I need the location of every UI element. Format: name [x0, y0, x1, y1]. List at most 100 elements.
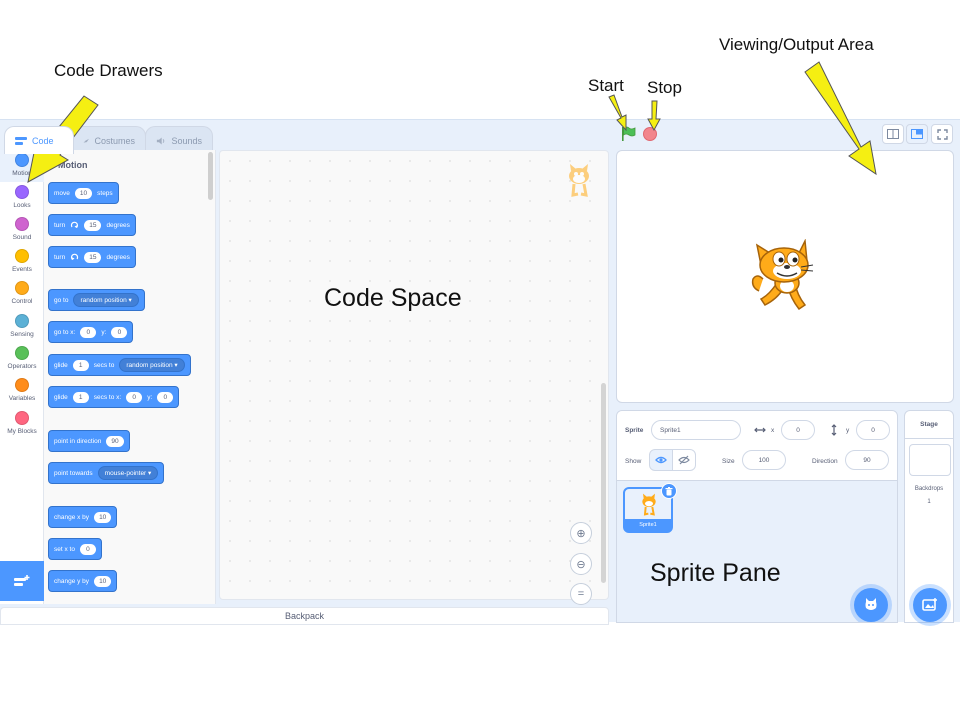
- block-dropdown[interactable]: random position ▾: [73, 293, 139, 307]
- block-dropdown-value: mouse-pointer: [104, 470, 147, 477]
- small-stage-button[interactable]: [882, 124, 904, 144]
- turn-left-block[interactable]: turn 15 degrees: [48, 246, 136, 268]
- change-x-block[interactable]: change x by 10: [48, 506, 118, 528]
- scratch-cat-sprite[interactable]: [747, 239, 817, 315]
- go-to-block[interactable]: go to random position ▾: [48, 289, 145, 311]
- block-input[interactable]: 1: [72, 359, 89, 371]
- size-label: Size: [722, 458, 735, 465]
- x-position-input[interactable]: 0: [781, 420, 815, 440]
- block-input[interactable]: 0: [157, 391, 174, 403]
- category-my-blocks[interactable]: My Blocks: [0, 408, 44, 440]
- block-text: turn: [54, 253, 66, 261]
- stop-button[interactable]: [643, 127, 657, 141]
- block-text: move: [54, 189, 70, 197]
- category-control[interactable]: Control: [0, 278, 44, 310]
- block-dropdown[interactable]: random position ▾: [119, 358, 185, 372]
- block-text: secs to x:: [93, 393, 122, 401]
- block-text: y:: [101, 328, 107, 336]
- choose-backdrop-button[interactable]: [913, 588, 947, 622]
- turn-right-block[interactable]: turn 15 degrees: [48, 214, 136, 236]
- go-to-xy-block[interactable]: go to x: 0 y: 0: [48, 321, 134, 343]
- category-sound[interactable]: Sound: [0, 214, 44, 246]
- my-blocks-category-icon: [15, 411, 29, 425]
- change-y-block[interactable]: change y by 10: [48, 570, 118, 592]
- block-input[interactable]: 15: [84, 219, 102, 231]
- block-dropdown-value: random position: [80, 297, 127, 304]
- tab-code[interactable]: Code: [4, 126, 74, 154]
- block-text: y:: [147, 393, 153, 401]
- show-visible-toggle[interactable]: [649, 449, 673, 471]
- glide-to-block[interactable]: glide 1 secs to random position ▾: [48, 354, 191, 376]
- block-input[interactable]: 10: [74, 187, 93, 199]
- point-in-direction-block[interactable]: point in direction 90: [48, 430, 130, 452]
- category-label: Sensing: [10, 331, 34, 338]
- zoom-in-button[interactable]: ⊕: [570, 522, 592, 544]
- tab-code-label: Code: [32, 135, 54, 146]
- stage-view[interactable]: [616, 150, 954, 403]
- annotation-code-drawers: Code Drawers: [54, 61, 163, 80]
- palette-scrollbar[interactable]: [208, 152, 213, 200]
- block-palette: Motion move 10 steps turn 15 degrees tur…: [44, 150, 216, 604]
- stage-backdrop-thumbnail[interactable]: [909, 444, 951, 476]
- eye-slash-icon: [678, 455, 690, 465]
- choose-sprite-button[interactable]: [854, 588, 888, 622]
- category-motion[interactable]: Motion: [0, 150, 44, 182]
- block-input[interactable]: 10: [94, 575, 112, 587]
- set-x-block[interactable]: set x to 0: [48, 538, 102, 560]
- block-text: point in direction: [54, 437, 102, 445]
- size-input[interactable]: 100: [742, 450, 786, 470]
- y-arrows-icon: [831, 424, 837, 436]
- large-stage-button[interactable]: [906, 124, 928, 144]
- looks-category-icon: [15, 185, 29, 199]
- code-workspace[interactable]: Code Space ⊕ ⊖ =: [219, 150, 609, 605]
- sprite-name-input[interactable]: Sprite1: [651, 420, 741, 440]
- category-label: Control: [11, 298, 33, 305]
- zoom-in-icon: ⊕: [576, 527, 586, 540]
- y-position-input[interactable]: 0: [856, 420, 890, 440]
- block-input[interactable]: 10: [94, 511, 112, 523]
- block-input[interactable]: 90: [106, 435, 124, 447]
- block-input[interactable]: 1: [72, 391, 89, 403]
- scratch-editor: Code Costumes Sounds Motion Looks Sound …: [0, 119, 960, 625]
- add-extension-button[interactable]: [0, 561, 44, 601]
- category-variables[interactable]: Variables: [0, 375, 44, 407]
- block-dropdown-value: random position: [126, 362, 173, 369]
- category-operators[interactable]: Operators: [0, 343, 44, 375]
- eye-icon: [655, 456, 667, 464]
- zoom-reset-button[interactable]: =: [570, 583, 592, 605]
- show-hidden-toggle[interactable]: [672, 449, 696, 471]
- zoom-out-button[interactable]: ⊖: [570, 553, 592, 575]
- operators-category-icon: [15, 346, 29, 360]
- category-label: Sound: [12, 234, 32, 241]
- block-input[interactable]: 0: [126, 391, 143, 403]
- block-text: change x by: [54, 513, 90, 521]
- sprite-thumbnail[interactable]: Sprite1: [623, 483, 677, 533]
- fullscreen-button[interactable]: [931, 124, 953, 144]
- palette-section-title: Motion: [58, 160, 88, 170]
- category-events[interactable]: Events: [0, 246, 44, 278]
- direction-label: Direction: [812, 458, 838, 465]
- category-looks[interactable]: Looks: [0, 182, 44, 214]
- block-text: change y by: [54, 577, 90, 585]
- block-input[interactable]: 0: [79, 543, 96, 555]
- stage-target-panel[interactable]: Stage Backdrops 1: [904, 410, 954, 623]
- sprite-thumbnail-image: [642, 493, 656, 516]
- block-input[interactable]: 15: [84, 251, 102, 263]
- block-input[interactable]: 0: [80, 326, 97, 338]
- point-towards-block[interactable]: point towards mouse-pointer ▾: [48, 462, 165, 484]
- sprite-watermark-icon: [569, 164, 589, 197]
- delete-sprite-button[interactable]: [661, 483, 677, 499]
- block-dropdown[interactable]: mouse-pointer ▾: [97, 466, 159, 480]
- sensing-category-icon: [15, 314, 29, 328]
- category-label: Operators: [7, 363, 37, 370]
- category-sensing[interactable]: Sensing: [0, 311, 44, 343]
- block-input[interactable]: 0: [111, 326, 128, 338]
- glide-to-xy-block[interactable]: glide 1 secs to x: 0 y: 0: [48, 386, 180, 408]
- category-label: Events: [12, 266, 32, 273]
- backpack[interactable]: Backpack: [0, 607, 609, 625]
- rotate-left-icon: [71, 253, 79, 260]
- green-flag-icon[interactable]: [620, 126, 636, 142]
- direction-input[interactable]: 90: [845, 450, 889, 470]
- move-steps-block[interactable]: move 10 steps: [48, 182, 119, 204]
- workspace-scrollbar[interactable]: [601, 383, 606, 583]
